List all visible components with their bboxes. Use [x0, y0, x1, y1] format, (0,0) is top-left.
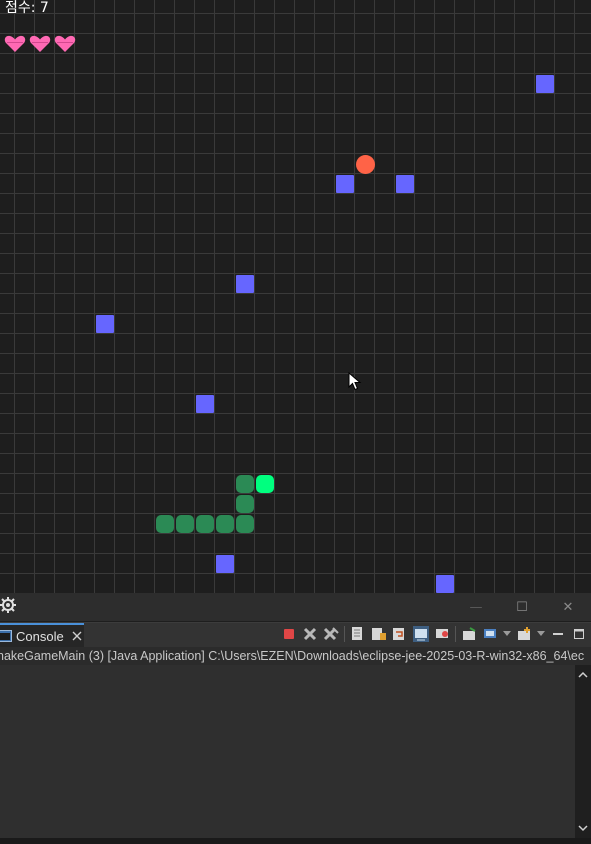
console-icon: [0, 630, 12, 642]
window-controls: — ☐ ✕: [453, 593, 591, 621]
terminate-icon[interactable]: [281, 626, 297, 642]
console-output-area[interactable]: [0, 665, 575, 838]
minimize-icon[interactable]: [550, 626, 566, 642]
mouse-cursor-icon: [348, 372, 362, 391]
game-board[interactable]: 점수: 7: [0, 0, 591, 593]
obstacle-block: [396, 175, 414, 193]
snake-segment: [156, 515, 174, 533]
show-console-on-output-icon[interactable]: [413, 626, 429, 642]
obstacle-block: [336, 175, 354, 193]
chevron-down-icon[interactable]: [503, 626, 511, 642]
display-selected-console-icon[interactable]: [482, 626, 498, 642]
pin-console-icon[interactable]: [461, 626, 477, 642]
maximize-window-button[interactable]: ☐: [499, 593, 545, 621]
obstacle-block: [236, 275, 254, 293]
chevron-down-icon[interactable]: [575, 820, 591, 836]
scroll-lock-icon[interactable]: [371, 626, 387, 642]
open-console-icon[interactable]: [516, 626, 532, 642]
remove-launch-icon[interactable]: [302, 626, 318, 642]
score-label: 점수: 7: [5, 0, 49, 16]
snake-head: [256, 475, 274, 493]
food-apple: [356, 155, 375, 174]
snake-segment: [236, 475, 254, 493]
console-launch-description: nakeGameMain (3) [Java Application] C:\U…: [0, 647, 591, 665]
console-toolbar: [281, 626, 587, 642]
heart-icon: [54, 35, 76, 52]
obstacle-block: [96, 315, 114, 333]
toolbar-separator: [344, 626, 345, 642]
show-console-on-error-icon[interactable]: [434, 626, 450, 642]
toolbar-separator: [455, 626, 456, 642]
maximize-icon[interactable]: [571, 626, 587, 642]
close-window-button[interactable]: ✕: [545, 593, 591, 621]
obstacle-block: [216, 555, 234, 573]
chevron-down-icon[interactable]: [537, 626, 545, 642]
heart-icon: [29, 35, 51, 52]
chevron-up-icon[interactable]: [575, 667, 591, 683]
remove-all-launches-icon[interactable]: [323, 626, 339, 642]
console-view-tabbar: Console: [0, 622, 591, 648]
launch-path-text: nakeGameMain (3) [Java Application] C:\U…: [0, 649, 585, 663]
tab-console-label: Console: [16, 628, 64, 644]
snake-segment: [176, 515, 194, 533]
vertical-scrollbar[interactable]: [575, 665, 591, 838]
word-wrap-icon[interactable]: [392, 626, 408, 642]
snake-segment: [236, 495, 254, 513]
snake-segment: [216, 515, 234, 533]
clear-console-icon[interactable]: [350, 626, 366, 642]
snake-segment: [236, 515, 254, 533]
tab-console[interactable]: Console: [0, 623, 84, 647]
obstacle-block: [536, 75, 554, 93]
close-icon[interactable]: [72, 631, 82, 641]
heart-icon: [4, 35, 26, 52]
minimize-window-button[interactable]: —: [453, 593, 499, 621]
obstacle-block: [436, 575, 454, 593]
horizontal-scrollbar[interactable]: [0, 838, 591, 844]
lives-display: [4, 34, 76, 54]
obstacle-block: [196, 395, 214, 413]
snake-segment: [196, 515, 214, 533]
gear-icon[interactable]: [0, 597, 16, 613]
